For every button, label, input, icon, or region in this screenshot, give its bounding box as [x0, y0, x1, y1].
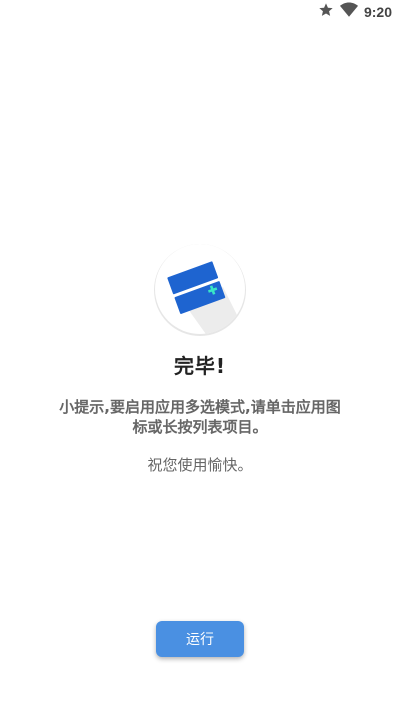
wish-text: 祝您使用愉快。 [147, 456, 253, 474]
star-icon [318, 2, 334, 22]
wifi-icon [339, 2, 358, 22]
status-bar: 9:20 [318, 0, 400, 24]
status-time: 9:20 [363, 4, 392, 20]
completion-screen: 9:20 完毕! 小提示,要启用应用多选模式,请单击应用图标或长按列表项目。 祝… [0, 0, 400, 711]
run-button[interactable]: 运行 [156, 621, 244, 657]
page-title: 完毕! [173, 354, 227, 378]
tip-text: 小提示,要启用应用多选模式,请单击应用图标或长按列表项目。 [59, 398, 341, 436]
app-logo [153, 242, 247, 336]
